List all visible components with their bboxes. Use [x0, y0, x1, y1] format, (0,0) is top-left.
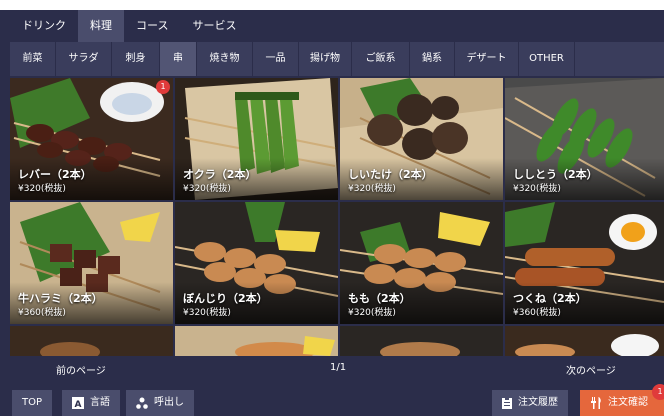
menu-card-shiitake[interactable]: しいたけ（2本） ¥320(税抜) — [340, 78, 503, 200]
menu-item-price: ¥320(税抜) — [348, 184, 396, 194]
dish-photo — [175, 326, 338, 356]
menu-card-partial[interactable] — [10, 326, 173, 356]
subtab-other[interactable]: OTHER — [519, 42, 575, 76]
top-button[interactable]: TOP — [12, 390, 53, 416]
dish-photo — [10, 326, 173, 356]
menu-card-liver[interactable]: 1 レバー（2本） ¥320(税抜) — [10, 78, 173, 200]
subtab-appetizer[interactable]: 前菜 — [10, 42, 56, 76]
menu-item-name: レバー（2本） — [18, 168, 92, 181]
menu-item-name: ぼんじり（2本） — [183, 292, 268, 305]
subtab-side-dish[interactable]: 一品 — [253, 42, 299, 76]
menu-item-name: もも（2本） — [348, 292, 411, 305]
menu-item-name: 牛ハラミ（2本） — [18, 292, 103, 305]
subtab-hotpot[interactable]: 鍋系 — [410, 42, 455, 76]
menu-item-price: ¥320(税抜) — [183, 308, 231, 318]
cutlery-icon — [591, 397, 601, 409]
prev-page-button[interactable]: 前のページ — [56, 362, 106, 377]
language-button-label: 言語 — [90, 397, 110, 408]
menu-card-beef-skirt[interactable]: 牛ハラミ（2本） ¥360(税抜) — [10, 202, 173, 324]
menu-item-price: ¥320(税抜) — [18, 184, 66, 194]
order-confirm-label: 注文確認 — [608, 397, 648, 408]
pagination-bar: 前のページ 1/1 次のページ — [10, 356, 664, 382]
subtab-rice[interactable]: ご飯系 — [352, 42, 410, 76]
subcategory-tabs: 前菜 サラダ 刺身 串 焼き物 一品 揚げ物 ご飯系 鍋系 デザート OTHER — [10, 42, 664, 76]
tab-drink[interactable]: ドリンク — [10, 10, 78, 42]
menu-item-name: しいたけ（2本） — [348, 168, 433, 181]
subtab-grilled[interactable]: 焼き物 — [197, 42, 253, 76]
menu-item-price: ¥320(税抜) — [183, 184, 231, 194]
call-staff-button-label: 呼出し — [154, 397, 184, 408]
top-strip — [0, 0, 664, 10]
menu-card-tsukune[interactable]: つくね（2本） ¥360(税抜) — [505, 202, 664, 324]
tab-course[interactable]: コース — [124, 10, 181, 42]
quantity-badge: 1 — [156, 80, 170, 94]
subtab-fried[interactable]: 揚げ物 — [299, 42, 352, 76]
page-indicator: 1/1 — [330, 362, 347, 373]
call-staff-button[interactable]: 呼出し — [126, 390, 194, 416]
subtab-skewer[interactable]: 串 — [160, 42, 197, 76]
order-history-button[interactable]: 注文履歴 — [492, 390, 568, 416]
language-button[interactable]: A 言語 — [62, 390, 120, 416]
menu-item-price: ¥360(税抜) — [513, 308, 561, 318]
menu-item-name: ししとう（2本） — [513, 168, 598, 181]
clipboard-icon — [502, 397, 512, 409]
order-history-label: 注文履歴 — [518, 397, 558, 408]
dish-photo — [505, 326, 664, 356]
menu-card-shishito[interactable]: ししとう（2本） ¥320(税抜) — [505, 78, 664, 200]
subtab-salad[interactable]: サラダ — [56, 42, 112, 76]
subtab-dessert[interactable]: デザート — [455, 42, 519, 76]
menu-item-name: オクラ（2本） — [183, 168, 257, 181]
bottom-toolbar: TOP A 言語 呼出し 注文履歴 注文確認 1 — [10, 384, 664, 416]
language-icon: A — [72, 397, 84, 409]
dish-photo — [340, 326, 503, 356]
next-page-button[interactable]: 次のページ — [566, 362, 616, 377]
menu-item-name: つくね（2本） — [513, 292, 587, 305]
menu-card-partial[interactable] — [505, 326, 664, 356]
order-confirm-button[interactable]: 注文確認 1 — [580, 384, 664, 416]
category-tabs: ドリンク 料理 コース サービス — [10, 10, 249, 42]
menu-item-price: ¥320(税抜) — [348, 308, 396, 318]
menu-grid: 1 レバー（2本） ¥320(税抜) オクラ（2本） ¥320(税抜) しいたけ… — [10, 78, 664, 356]
menu-card-partial[interactable] — [340, 326, 503, 356]
tab-service[interactable]: サービス — [180, 10, 249, 42]
menu-card-okra[interactable]: オクラ（2本） ¥320(税抜) — [175, 78, 338, 200]
menu-item-price: ¥360(税抜) — [18, 308, 66, 318]
ordering-app: ドリンク 料理 コース サービス 前菜 サラダ 刺身 串 焼き物 一品 揚げ物 … — [0, 0, 664, 416]
menu-item-price: ¥320(税抜) — [513, 184, 561, 194]
cart-count-badge: 1 — [652, 384, 664, 400]
menu-card-partial[interactable] — [175, 326, 338, 356]
menu-card-thigh[interactable]: もも（2本） ¥320(税抜) — [340, 202, 503, 324]
top-button-label: TOP — [22, 397, 43, 408]
menu-card-bonjiri[interactable]: ぼんじり（2本） ¥320(税抜) — [175, 202, 338, 324]
subtab-sashimi[interactable]: 刺身 — [112, 42, 160, 76]
tab-food[interactable]: 料理 — [78, 10, 124, 42]
svg-text:A: A — [75, 400, 82, 409]
staff-call-icon — [136, 397, 148, 409]
